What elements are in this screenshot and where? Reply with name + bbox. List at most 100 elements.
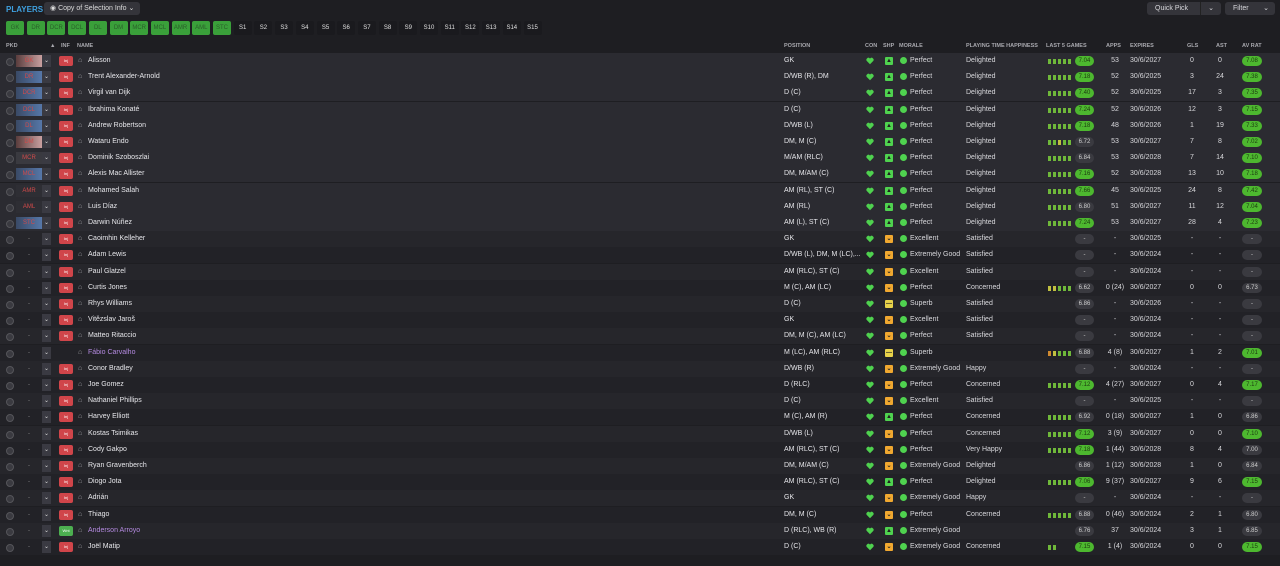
table-row[interactable]: GK ⌄ Inj ⌂ Alisson GK ▲ Perfect Delighted 7.04 53 3…	[0, 53, 1280, 69]
chevron-down-icon[interactable]: ⌄	[42, 346, 51, 359]
player-name[interactable]: Paul Glatzel	[88, 264, 126, 280]
player-name[interactable]: Conor Bradley	[88, 361, 133, 377]
position-chip-dcr[interactable]: DCR	[47, 21, 66, 35]
table-row[interactable]: - ⌄ Inj ⌂ Kostas Tsimikas D/WB (L) ⌄ Perfect Con…	[0, 425, 1280, 442]
info-badge[interactable]: Inj	[59, 169, 73, 180]
info-badge[interactable]: Inj	[59, 331, 73, 342]
pick-radio[interactable]	[6, 463, 14, 471]
selection-slot[interactable]: GK	[16, 55, 42, 67]
sub-chip-s5[interactable]: S5	[316, 21, 335, 35]
pick-radio[interactable]	[6, 349, 14, 358]
sub-chip-s6[interactable]: S6	[337, 21, 356, 35]
player-name[interactable]: Harvey Elliott	[88, 409, 129, 425]
table-row[interactable]: - ⌄ Inj ⌂ Joe Gomez D (RLC) ⌄ Perfect Concerned 7…	[0, 377, 1280, 393]
chevron-down-icon[interactable]: ⌄	[42, 119, 51, 132]
info-badge[interactable]: Inj	[59, 56, 73, 66]
chevron-down-icon[interactable]: ⌄	[42, 281, 51, 294]
selection-slot[interactable]: -	[16, 492, 42, 504]
player-name[interactable]: Adam Lewis	[88, 247, 126, 263]
player-name[interactable]: Dominik Szoboszlai	[88, 150, 149, 166]
selection-slot[interactable]: -	[16, 330, 42, 342]
pick-radio[interactable]	[6, 203, 14, 212]
table-row[interactable]: AML ⌄ Inj ⌂ Luis Díaz AM (RL) ▲ Perfect Delighte…	[0, 198, 1280, 215]
pick-radio[interactable]	[6, 382, 14, 390]
selection-slot[interactable]: -	[16, 476, 42, 488]
info-badge[interactable]: Inj	[59, 137, 73, 147]
position-chip-mcr[interactable]: MCR	[130, 21, 149, 35]
selection-slot[interactable]: DL	[16, 119, 42, 132]
selection-slot[interactable]: -	[16, 411, 42, 423]
info-badge[interactable]: Inj	[59, 380, 73, 390]
selection-slot[interactable]: DCL	[16, 103, 42, 116]
pick-radio[interactable]	[6, 268, 14, 277]
chevron-down-icon[interactable]: ⌄	[42, 298, 51, 310]
pick-radio[interactable]	[6, 284, 14, 293]
sub-chip-s4[interactable]: S4	[295, 21, 314, 35]
chevron-down-icon[interactable]: ⌄	[42, 314, 51, 327]
chevron-down-icon[interactable]: ⌄	[42, 508, 51, 521]
info-badge[interactable]: Inj	[59, 120, 73, 131]
pick-radio[interactable]	[6, 171, 14, 180]
info-badge[interactable]: Inj	[59, 396, 73, 407]
selection-slot[interactable]: DCR	[16, 87, 42, 100]
table-row[interactable]: - ⌄ Inj ⌂ Caoimhin Kelleher GK ⌄ Excellent Satis…	[0, 231, 1280, 248]
pick-radio[interactable]	[6, 187, 14, 196]
info-badge[interactable]: Inj	[59, 461, 73, 471]
chevron-down-icon[interactable]: ⌄	[42, 460, 51, 472]
table-row[interactable]: DM ⌄ Inj ⌂ Wataru Endo DM, M (C) ▲ Perfect Delig…	[0, 134, 1280, 150]
table-row[interactable]: DL ⌄ Inj ⌂ Andrew Robertson D/WB (L) ▲ Perfect D…	[0, 117, 1280, 134]
chevron-down-icon[interactable]: ⌄	[42, 217, 51, 229]
info-badge[interactable]: Inj	[59, 153, 73, 164]
info-badge[interactable]: Inj	[59, 72, 73, 83]
sub-chip-s7[interactable]: S7	[357, 21, 376, 35]
col-inf[interactable]: INF	[61, 43, 70, 49]
table-row[interactable]: - ⌄ Inj ⌂ Ryan Gravenberch DM, M/AM (C) ⌄ Extre…	[0, 458, 1280, 474]
table-row[interactable]: - ⌄ Inj ⌂ Nathaniel Phillips D (C) ⌄ Excellent S…	[0, 393, 1280, 410]
info-badge[interactable]: Inj	[59, 363, 73, 374]
pick-radio[interactable]	[6, 446, 14, 455]
chevron-down-icon[interactable]: ⌄	[1200, 2, 1221, 15]
position-chip-dr[interactable]: DR	[26, 21, 45, 35]
table-row[interactable]: - ⌄ Wnt ⌂ Anderson Arroyo D (RLC), WB (R) ▲ Ext…	[0, 522, 1280, 539]
filter-button[interactable]: Filter ⌄	[1225, 2, 1275, 15]
info-badge[interactable]: Inj	[59, 477, 73, 488]
table-row[interactable]: - ⌄ Inj ⌂ Curtis Jones M (C), AM (LC) ⌄ Perfect…	[0, 279, 1280, 296]
selection-slot[interactable]: AML	[16, 200, 42, 213]
player-name[interactable]: Mohamed Salah	[88, 183, 139, 199]
position-chip-gk[interactable]: GK	[6, 21, 24, 35]
selection-slot[interactable]: -	[16, 395, 42, 407]
pick-radio[interactable]	[6, 365, 14, 374]
position-chip-mcl[interactable]: MCL	[150, 21, 169, 35]
pick-radio[interactable]	[6, 398, 14, 407]
table-row[interactable]: - ⌄ Inj ⌂ Joël Matip D (C) ⌄ Extremely Good Conc…	[0, 539, 1280, 555]
player-name[interactable]: Nathaniel Phillips	[88, 393, 142, 409]
col-pkd[interactable]: PKD	[6, 43, 18, 49]
sub-chip-s11[interactable]: S11	[440, 21, 459, 35]
chevron-down-icon[interactable]: ⌄	[42, 541, 51, 553]
pick-radio[interactable]	[6, 139, 14, 147]
player-name[interactable]: Anderson Arroyo	[88, 523, 140, 539]
table-row[interactable]: - ⌄ Inj ⌂ Thiago DM, M (C) ⌄ Perfect Concerned 6.…	[0, 506, 1280, 523]
info-badge[interactable]: Inj	[59, 282, 73, 293]
chevron-down-icon[interactable]: ⌄	[42, 362, 51, 375]
selection-slot[interactable]: -	[16, 428, 42, 440]
selection-slot[interactable]: -	[16, 460, 42, 472]
player-name[interactable]: Cody Gakpo	[88, 442, 127, 458]
pick-radio[interactable]	[6, 74, 14, 83]
player-name[interactable]: Luis Díaz	[88, 199, 117, 215]
col-last5[interactable]: LAST 5 GAMES	[1046, 43, 1087, 49]
selection-slot[interactable]: DR	[16, 71, 42, 84]
chevron-down-icon[interactable]: ⌄	[42, 395, 51, 408]
col-name[interactable]: NAME	[77, 43, 93, 49]
pick-radio[interactable]	[6, 58, 14, 66]
player-name[interactable]: Alexis Mac Allister	[88, 166, 144, 182]
info-badge[interactable]: Inj	[59, 266, 73, 277]
player-name[interactable]: Wataru Endo	[88, 134, 129, 150]
selection-slot[interactable]: -	[16, 525, 42, 537]
info-badge[interactable]: Inj	[59, 201, 73, 212]
chevron-down-icon[interactable]: ⌄	[42, 492, 51, 505]
player-name[interactable]: Thiago	[88, 507, 109, 523]
sub-chip-s14[interactable]: S14	[502, 21, 521, 35]
selection-slot[interactable]: MCL	[16, 168, 42, 181]
chevron-down-icon[interactable]: ⌄	[42, 71, 51, 84]
